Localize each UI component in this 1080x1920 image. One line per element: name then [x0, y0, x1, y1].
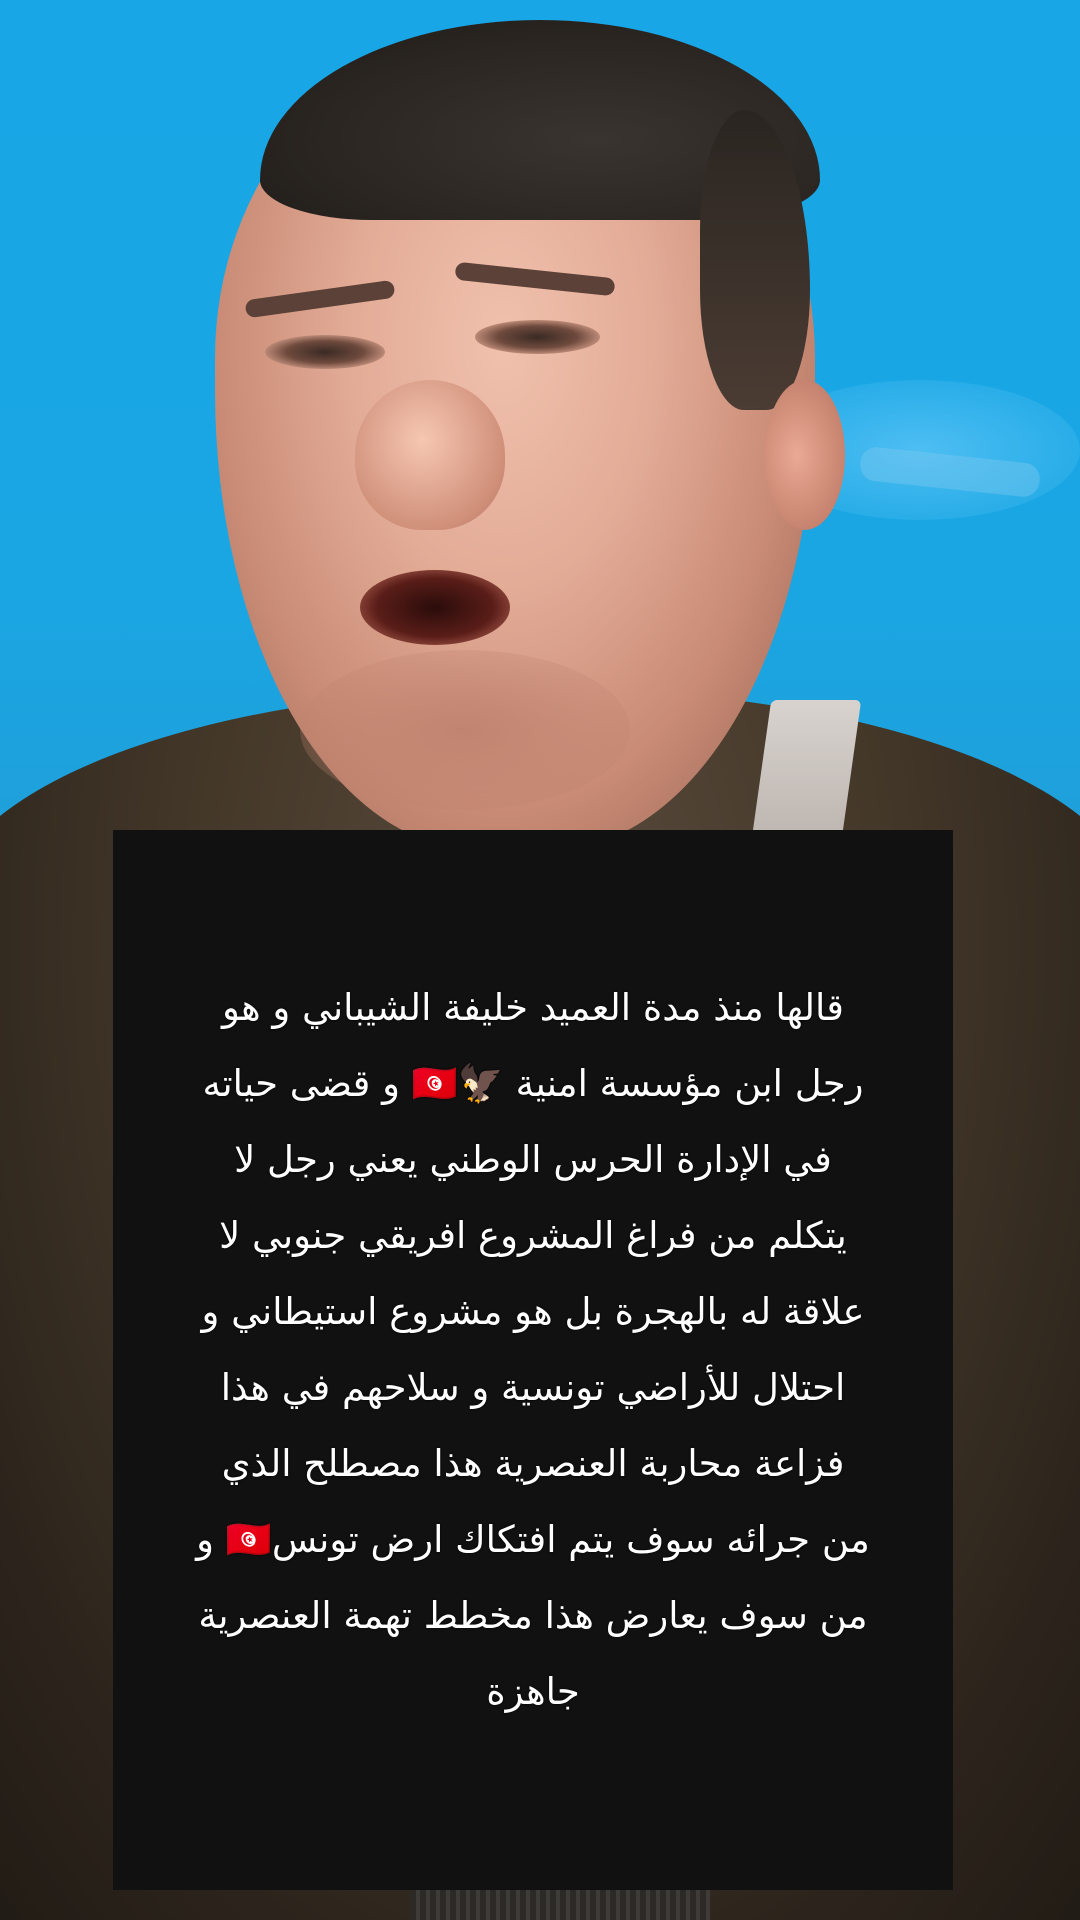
video-frame[interactable]: قالها منذ مدة العميد خليفة الشيباني و هو… [0, 0, 1080, 1920]
speaker-nose [355, 380, 505, 530]
caption-panel: قالها منذ مدة العميد خليفة الشيباني و هو… [113, 830, 953, 1890]
caption-text: قالها منذ مدة العميد خليفة الشيباني و هو… [196, 986, 870, 1713]
speaker-chin [300, 650, 630, 810]
bottom-strip [410, 1890, 710, 1920]
left-eye [265, 335, 385, 369]
speaker-mouth [360, 570, 510, 645]
speaker-ear [765, 380, 845, 530]
right-eye [475, 320, 600, 354]
